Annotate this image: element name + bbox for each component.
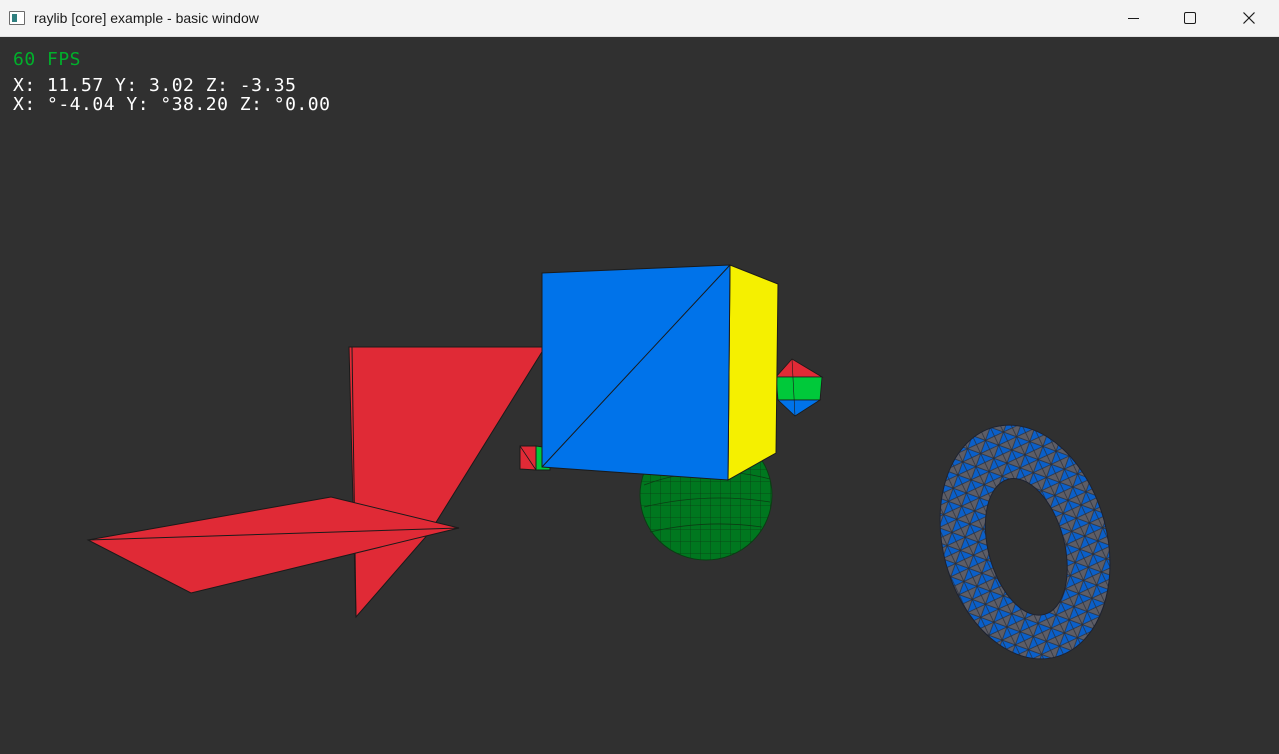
title-bar[interactable]: raylib [core] example - basic window — [0, 0, 1279, 37]
maximize-button[interactable] — [1161, 0, 1219, 36]
camera-rotation-readout: X: °-4.04 Y: °38.20 Z: °0.00 — [13, 94, 331, 115]
window-title: raylib [core] example - basic window — [34, 10, 259, 26]
maximize-icon — [1184, 12, 1196, 24]
minimize-button[interactable] — [1103, 0, 1161, 36]
camera-position-readout: X: 11.57 Y: 3.02 Z: -3.35 — [13, 75, 297, 96]
minimize-icon — [1128, 18, 1139, 19]
close-button[interactable] — [1220, 0, 1278, 36]
cube — [541, 264, 779, 481]
render-viewport[interactable]: 60 FPS X: 11.57 Y: 3.02 Z: -3.35 X: °-4.… — [0, 37, 1279, 754]
app-window: raylib [core] example - basic window 60 … — [0, 0, 1279, 754]
red-plane-vertical — [348, 346, 546, 619]
3d-scene — [86, 264, 1160, 697]
octahedron — [775, 358, 824, 417]
close-icon — [1243, 12, 1255, 24]
torus — [900, 407, 1160, 697]
app-window-icon — [9, 11, 25, 25]
fps-counter: 60 FPS — [13, 49, 82, 70]
